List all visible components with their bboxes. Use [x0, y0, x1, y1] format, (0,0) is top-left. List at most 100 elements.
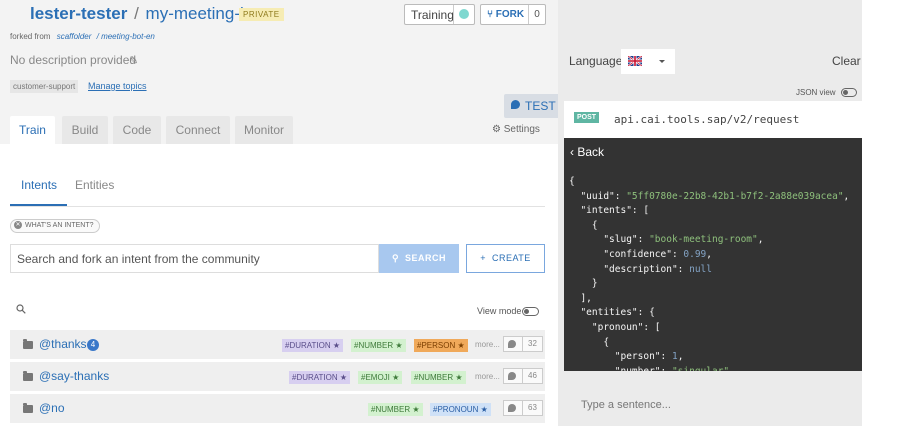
subtab-intents[interactable]: Intents [21, 178, 57, 192]
notification-badge: 4 [87, 339, 99, 351]
json-view-toggle[interactable] [841, 88, 857, 97]
http-method-badge: POST [574, 112, 600, 123]
left-pane: lester-tester / my-meeting-bot PRIVATE T… [0, 0, 558, 426]
more-entities-link[interactable]: more... [475, 372, 500, 381]
json-line: "slug": "book-meeting-room", [569, 234, 764, 246]
test-label: TEST [525, 99, 556, 113]
edit-pencil-icon[interactable]: ✎ [129, 54, 138, 67]
search-button[interactable]: ⚲ SEARCH [379, 244, 459, 273]
whats-an-intent-chip[interactable]: ✕ WHAT'S AN INTENT? [10, 219, 100, 233]
intent-name[interactable]: @thanks [39, 337, 87, 351]
test-panel: Language Clear JSON view POST api.cai.to… [558, 0, 862, 426]
request-url: api.cai.tools.sap/v2/request [614, 113, 800, 126]
expression-count: 32 [503, 336, 543, 352]
tab-monitor[interactable]: Monitor [235, 116, 293, 144]
json-view-label: JSON view [796, 88, 836, 97]
intent-search-input[interactable]: Search and fork an intent from the commu… [10, 244, 379, 273]
fork-label: ⑂ FORK [487, 9, 525, 20]
back-button[interactable]: ‹ Back [570, 145, 604, 159]
tab-code[interactable]: Code [113, 116, 161, 144]
language-select[interactable] [621, 49, 675, 74]
gear-icon: ⚙ [492, 124, 501, 135]
status-dot-icon [459, 9, 469, 19]
chevron-left-icon: ‹ [570, 145, 574, 159]
json-line: } [569, 278, 598, 290]
view-mode-toggle[interactable] [522, 307, 539, 316]
training-status [453, 5, 474, 24]
intent-row[interactable]: @say-thanks #DURATION ★ #EMOJI ★ #NUMBER… [10, 362, 545, 391]
plus-icon: + [480, 253, 486, 263]
entity-chip: #DURATION ★ [289, 371, 351, 384]
repo-owner-link[interactable]: lester-tester [30, 4, 127, 23]
visibility-badge: PRIVATE [239, 8, 284, 21]
more-entities-link[interactable]: more... [475, 340, 500, 349]
app-root: lester-tester / my-meeting-bot PRIVATE T… [0, 0, 900, 426]
sentence-bar: Type a sentence... [564, 371, 862, 426]
chat-bubble-icon [508, 404, 516, 412]
intent-row[interactable]: @no #NUMBER ★ #PRONOUN ★ 63 [10, 394, 545, 423]
expression-count: 63 [503, 400, 543, 416]
json-line: "intents": [ [569, 205, 650, 217]
json-line: "uuid": "5ff0780e-22b8-42b1-b7f2-2a88e03… [569, 190, 850, 202]
entity-chip: #PRONOUN ★ [430, 403, 491, 416]
json-line: "pronoun": [ [569, 321, 661, 333]
repo-description: No description provided [10, 53, 137, 67]
forked-source-repo-link[interactable]: / meeting-bot-en [97, 32, 155, 41]
entity-chip: #EMOJI ★ [358, 371, 403, 384]
entity-chip: #DURATION ★ [282, 339, 344, 352]
close-icon[interactable]: ✕ [14, 221, 22, 230]
folder-icon [23, 403, 33, 413]
fork-label-text: FORK [495, 9, 525, 20]
json-line: "description": null [569, 263, 712, 275]
chevron-down-icon [659, 60, 665, 63]
folder-icon [23, 371, 33, 381]
entity-chip: #PERSON ★ [414, 339, 468, 352]
json-line: "confidence": 0.99, [569, 248, 713, 260]
create-button-label: CREATE [491, 253, 531, 263]
json-line: { [569, 219, 598, 231]
json-response-panel: ‹ Back { "uuid": "5ff0780e-22b8-42b1-b7f… [564, 138, 862, 371]
expression-count: 46 [503, 368, 543, 384]
create-button[interactable]: + CREATE [466, 244, 545, 273]
settings-link[interactable]: ⚙ Settings [492, 124, 540, 135]
fork-count: 0 [528, 5, 545, 24]
expression-count-value: 32 [522, 337, 542, 351]
subtab-entities[interactable]: Entities [75, 178, 114, 192]
subtab-divider [10, 206, 545, 207]
uk-flag-icon [628, 56, 642, 66]
expression-count-value: 63 [522, 401, 542, 415]
entity-chip: #NUMBER ★ [351, 339, 406, 352]
repo-header: lester-tester / my-meeting-bot PRIVATE T… [0, 0, 558, 144]
tab-connect[interactable]: Connect [166, 116, 230, 144]
settings-label: Settings [503, 124, 540, 135]
language-label: Language [569, 54, 623, 68]
json-line: { [569, 336, 610, 348]
tab-train[interactable]: Train [10, 116, 55, 144]
tab-build[interactable]: Build [62, 116, 108, 144]
chat-bubble-icon [508, 340, 516, 348]
sentence-input[interactable]: Type a sentence... [581, 399, 671, 411]
intent-name[interactable]: @no [39, 401, 65, 415]
repo-separator: / [134, 4, 139, 23]
test-button[interactable]: TEST [504, 94, 558, 118]
intent-row[interactable]: @thanks 4 #DURATION ★ #NUMBER ★ #PERSON … [10, 330, 545, 359]
manage-topics-link[interactable]: Manage topics [88, 81, 147, 91]
forked-from: forked from scaffolder / meeting-bot-en [10, 32, 155, 41]
filter-search-icon[interactable] [16, 304, 26, 314]
fork-button[interactable]: ⑂ FORK 0 [480, 4, 546, 25]
training-button[interactable]: Training [404, 4, 475, 25]
view-mode-label: View mode [477, 306, 522, 316]
json-line: ], [569, 292, 592, 304]
intent-name[interactable]: @say-thanks [39, 369, 109, 383]
subtab-active-underline [10, 204, 67, 206]
json-line: "entities": { [569, 307, 655, 319]
back-label: Back [577, 145, 605, 159]
topic-badge[interactable]: customer-support [10, 80, 79, 93]
entity-chip: #NUMBER ★ [411, 371, 466, 384]
search-icon: ⚲ [391, 253, 400, 263]
forked-source-owner-link[interactable]: scaffolder [57, 32, 92, 41]
clear-button[interactable]: Clear [832, 54, 861, 68]
json-response-code: { "uuid": "5ff0780e-22b8-42b1-b7f2-2a88e… [569, 175, 849, 371]
chat-bubble-icon [511, 100, 520, 109]
chat-bubble-icon [508, 372, 516, 380]
